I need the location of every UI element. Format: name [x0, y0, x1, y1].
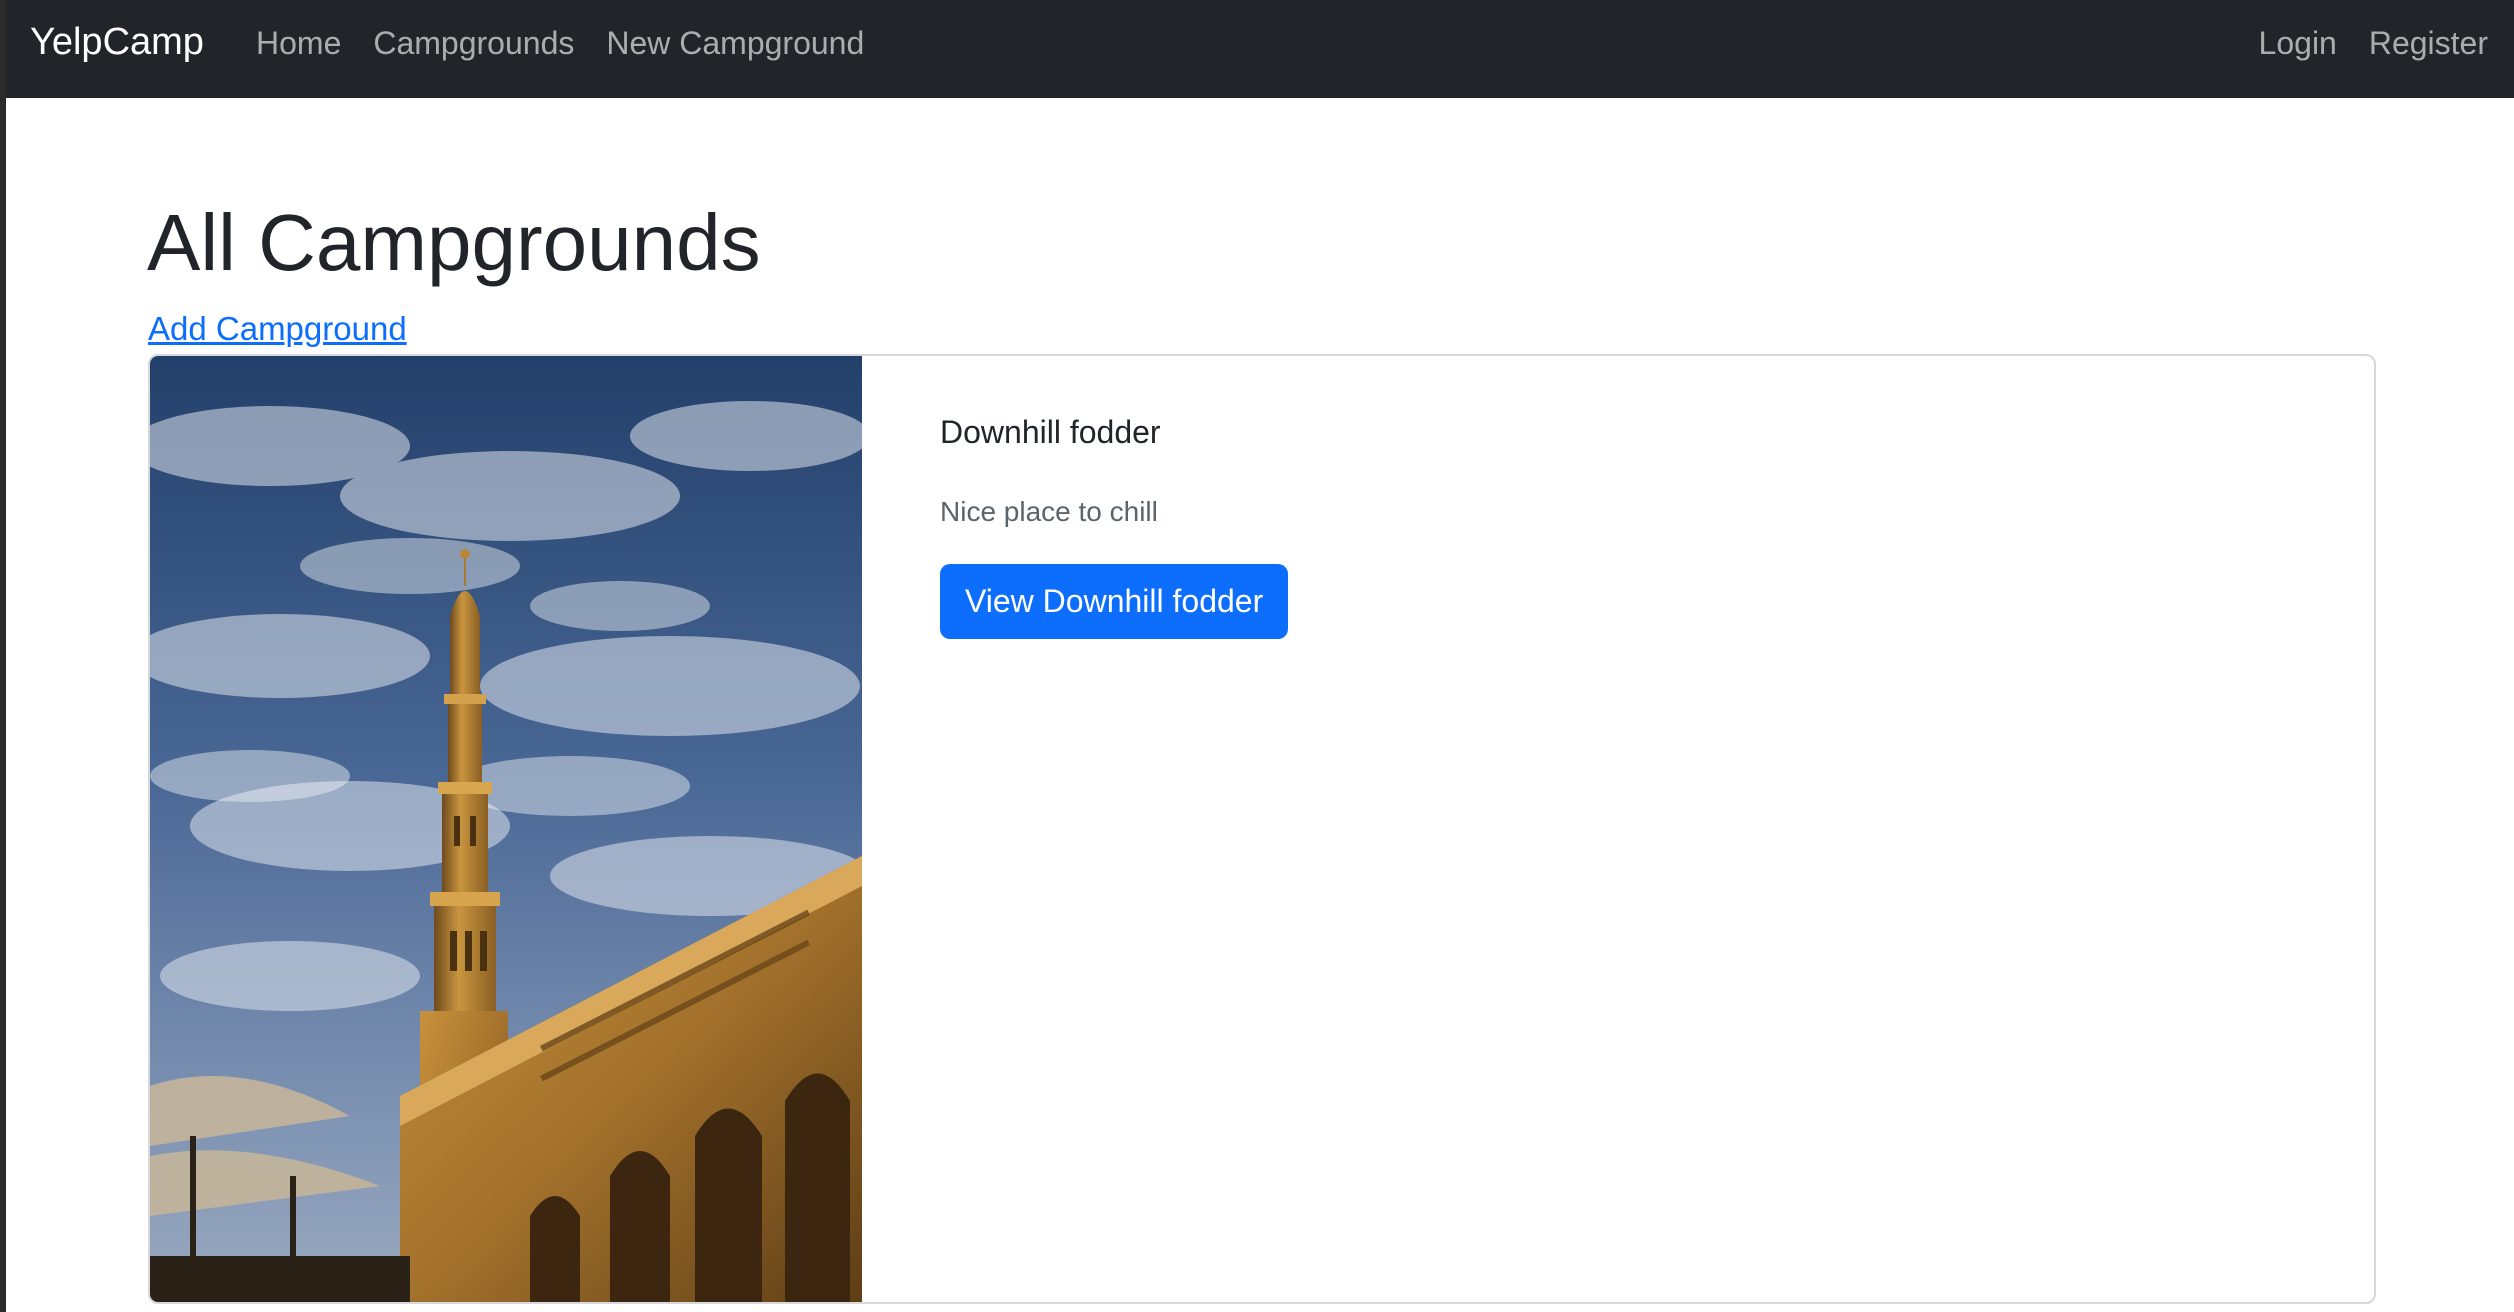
campground-card: Downhill fodder Nice place to chill View… — [148, 354, 2376, 1304]
nav-link-register[interactable]: Register — [2369, 23, 2488, 63]
campground-title: Downhill fodder — [940, 414, 1161, 450]
nav-link-login[interactable]: Login — [2259, 23, 2337, 63]
add-campground-link[interactable]: Add Campground — [148, 308, 407, 350]
nav-left: Home Campgrounds New Campground — [256, 23, 864, 63]
page-title: All Campgrounds — [147, 198, 761, 287]
view-campground-button[interactable]: View Downhill fodder — [940, 564, 1289, 639]
navbar: YelpCamp Home Campgrounds New Campground… — [6, 0, 2514, 98]
nav-link-campgrounds[interactable]: Campgrounds — [373, 23, 574, 63]
card-body: Downhill fodder Nice place to chill View… — [940, 356, 2374, 1302]
nav-link-home[interactable]: Home — [256, 23, 341, 63]
campground-image — [150, 356, 862, 1302]
brand-link[interactable]: YelpCamp — [30, 20, 204, 64]
nav-link-new-campground[interactable]: New Campground — [606, 23, 864, 63]
campground-description: Nice place to chill — [940, 496, 1158, 527]
window-edge — [0, 0, 6, 1312]
nav-right: Login Register — [2259, 23, 2488, 63]
